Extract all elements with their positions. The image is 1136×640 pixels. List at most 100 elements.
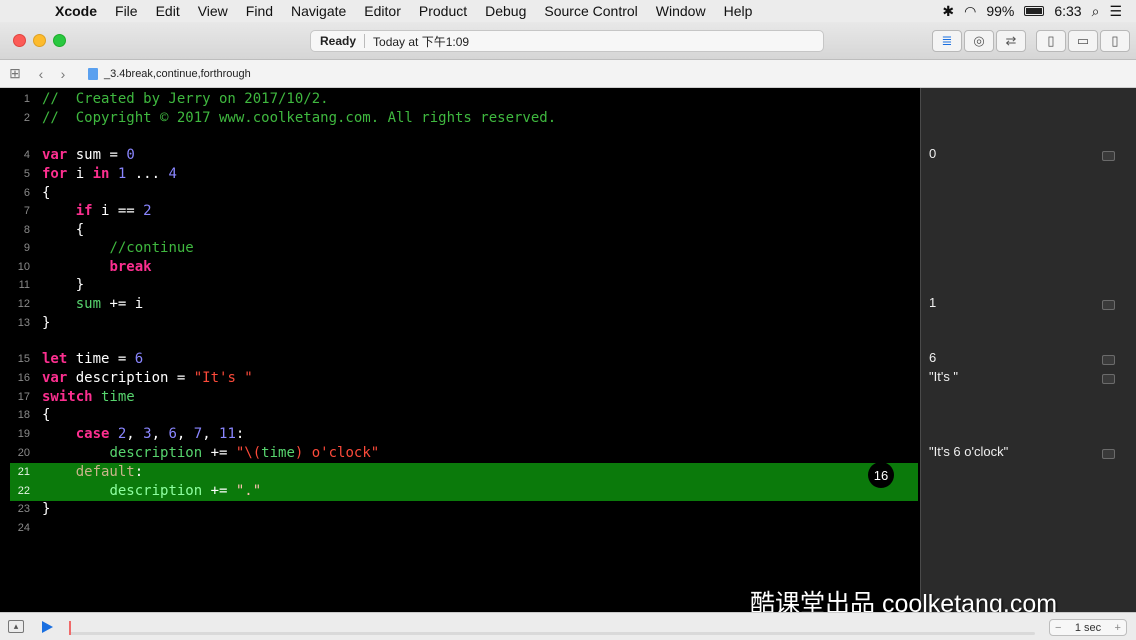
menu-debug[interactable]: Debug: [476, 3, 535, 19]
code-line: 1 // Created by Jerry on 2017/10/2.: [0, 90, 918, 109]
menu-file[interactable]: File: [106, 3, 147, 19]
hide-debug-area-icon[interactable]: ▴: [8, 620, 24, 633]
line-number: 20: [17, 447, 30, 459]
timeline-track[interactable]: [69, 632, 1035, 635]
number-literal: 2: [109, 426, 127, 442]
playground-file-icon: [88, 67, 98, 80]
code-content: for i in 1 ... 4: [42, 165, 177, 184]
number-literal: 4: [168, 166, 177, 182]
activity-view: Ready Today at 下午1:09: [310, 30, 824, 52]
jump-bar: ⊞ ‹ › _3.4break,continue,forthrough: [0, 60, 1136, 88]
code-content: let time = 6: [42, 350, 143, 369]
decrement-icon[interactable]: −: [1055, 622, 1061, 634]
quick-look-icon[interactable]: [1102, 374, 1115, 384]
line-number: 16: [17, 372, 30, 384]
comment: //continue: [109, 240, 194, 256]
quick-look-icon[interactable]: [1102, 300, 1115, 310]
code-line-highlighted: 21 default:: [10, 463, 918, 482]
code-content: }: [42, 276, 84, 295]
code-line: 6{: [0, 184, 918, 203]
quick-look-icon[interactable]: [1102, 449, 1115, 459]
menu-source-control[interactable]: Source Control: [535, 3, 646, 19]
version-editor-button[interactable]: ⇄: [996, 30, 1026, 52]
keyword: if: [75, 203, 93, 219]
comment: // Copyright © 2017 www.coolketang.com. …: [42, 110, 557, 126]
run-playground-icon[interactable]: [42, 621, 53, 633]
code-content: }: [42, 500, 50, 519]
status-area: ✱ ◠ 99% 6:33 ⌕ ☰: [942, 3, 1136, 20]
code-content: description += "\(time) o'clock": [42, 444, 379, 463]
keyword: switch: [42, 389, 93, 405]
line-number: 15: [17, 353, 30, 365]
line-number: 6: [23, 187, 30, 199]
breadcrumb-file[interactable]: _3.4break,continue,forthrough: [104, 68, 251, 80]
code-line: 24: [0, 519, 918, 538]
line-number: 17: [17, 391, 30, 403]
quick-look-icon[interactable]: [1102, 151, 1115, 161]
line-number: 13: [17, 317, 30, 329]
code-text: +=: [202, 483, 236, 499]
left-panel-icon: ▯: [1047, 33, 1055, 48]
toggle-navigator-button[interactable]: ▯: [1036, 30, 1066, 52]
increment-icon[interactable]: +: [1115, 622, 1121, 634]
code-text: :: [235, 426, 245, 442]
menu-product[interactable]: Product: [410, 3, 476, 19]
wifi-icon[interactable]: ◠: [964, 3, 976, 20]
right-panel-icon: ▯: [1111, 33, 1119, 48]
duration-stepper[interactable]: − 1 sec +: [1049, 619, 1127, 636]
result-value: 0: [929, 146, 937, 161]
loop-count-badge[interactable]: 16: [868, 462, 894, 488]
line-number: 24: [17, 522, 30, 534]
keyword: var: [42, 147, 68, 163]
result-value: 6: [929, 350, 937, 365]
code-text: description =: [67, 370, 194, 386]
quick-look-icon[interactable]: [1102, 355, 1115, 365]
code-line: 13}: [0, 314, 918, 333]
minimize-button[interactable]: [33, 34, 46, 47]
toggle-debug-area-button[interactable]: ▭: [1068, 30, 1098, 52]
search-icon[interactable]: ⌕: [1092, 3, 1100, 20]
toggle-utilities-button[interactable]: ▯: [1100, 30, 1130, 52]
keyword: default: [75, 464, 135, 480]
code-line: 2 // Copyright © 2017 www.coolketang.com.…: [0, 109, 918, 128]
code-content: {: [42, 221, 84, 240]
menu-find[interactable]: Find: [237, 3, 282, 19]
menu-edit[interactable]: Edit: [147, 3, 189, 19]
bottom-panel-icon: ▭: [1076, 33, 1090, 48]
code-text: {: [42, 185, 51, 201]
menu-list-icon[interactable]: ☰: [1109, 3, 1122, 20]
code-text: ...: [126, 166, 169, 182]
line-number: 12: [17, 298, 30, 310]
string-literal: "It's ": [193, 370, 253, 386]
forward-icon[interactable]: ›: [52, 66, 74, 82]
number-literal: 0: [126, 147, 135, 163]
code-content: break: [42, 258, 151, 277]
status-timestamp: Today at 下午1:09: [373, 34, 470, 49]
code-text: }: [42, 501, 51, 517]
line-number: 8: [23, 224, 30, 236]
code-content: }: [42, 314, 50, 333]
bluetooth-icon[interactable]: ✱: [942, 3, 954, 20]
code-text: }: [75, 277, 85, 293]
timeline-cursor[interactable]: [69, 621, 71, 635]
assistant-editor-button[interactable]: ◎: [964, 30, 994, 52]
menu-view[interactable]: View: [189, 3, 237, 19]
menu-xcode[interactable]: Xcode: [46, 3, 106, 19]
comment: // Created by Jerry on 2017/10/2.: [42, 91, 329, 107]
line-number: 9: [23, 242, 30, 254]
line-number: 5: [23, 168, 30, 180]
menu-navigate[interactable]: Navigate: [282, 3, 355, 19]
code-content: case 2, 3, 6, 7, 11:: [42, 425, 245, 444]
menu-editor[interactable]: Editor: [355, 3, 410, 19]
menu-help[interactable]: Help: [715, 3, 762, 19]
line-number: 22: [17, 485, 30, 497]
standard-editor-button[interactable]: ≣: [932, 30, 962, 52]
menu-window[interactable]: Window: [647, 3, 715, 19]
battery-icon[interactable]: [1024, 6, 1045, 16]
clock[interactable]: 6:33: [1054, 3, 1081, 19]
code-editor[interactable]: 1 // Created by Jerry on 2017/10/2. 2 // C…: [0, 88, 920, 612]
close-button[interactable]: [13, 34, 26, 47]
back-icon[interactable]: ‹: [30, 66, 52, 82]
related-items-icon[interactable]: ⊞: [4, 65, 26, 82]
zoom-button[interactable]: [53, 34, 66, 47]
